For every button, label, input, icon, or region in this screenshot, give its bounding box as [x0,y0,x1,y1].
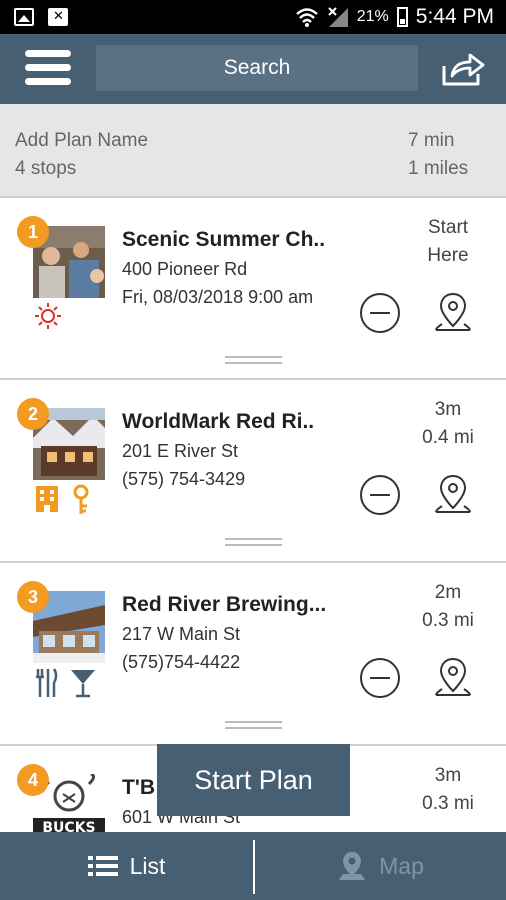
close-box-icon [48,8,68,26]
stop-phone[interactable]: (575)754-4422 [122,652,240,673]
stop-travel-info: Start Here [410,214,486,270]
key-icon [73,484,89,514]
stop-travel-time: 3m [434,399,462,420]
search-button[interactable]: Search [96,45,418,91]
wifi-icon [295,8,318,27]
stop-number-badge: 2 [17,398,49,430]
bottom-nav: List Map [0,832,506,900]
plan-name-field[interactable]: Add Plan Name [15,127,148,155]
stop-row[interactable]: 3 Red River Brewing... 217 W Main St (57… [0,561,506,743]
stop-travel-distance: 0.3 mi [422,793,474,814]
remove-stop-button[interactable] [360,293,400,333]
map-pin-icon[interactable] [432,290,474,336]
battery-icon [396,7,408,27]
stop-address: 217 W Main St [122,624,241,644]
remove-stop-button[interactable] [360,475,400,515]
restaurant-icon [36,668,58,697]
stop-name[interactable]: T'B [122,776,155,800]
app-screen: 21% 5:44 PM Search Add Plan Name 4 stops… [0,0,506,900]
building-icon [36,486,58,512]
stop-travel-time: 2m [434,582,462,603]
tab-map-label: Map [379,852,424,879]
drag-handle[interactable] [225,538,282,546]
stop-address: 201 E River St [122,441,239,461]
map-pin-icon [339,852,366,880]
stop-row[interactable]: 2 WorldMark Red Ri.. 201 E River St (575… [0,378,506,560]
drag-handle[interactable] [225,356,282,364]
stop-travel-line2: Here [427,245,469,266]
cocktail-icon [71,670,95,698]
stop-travel-distance: 0.4 mi [422,427,474,448]
tab-map[interactable]: Map [255,832,506,900]
plan-total-time: 7 min [408,130,455,151]
start-plan-label: Start Plan [194,764,313,795]
stop-address: 400 Pioneer Rd [122,259,248,279]
list-icon [87,856,118,876]
stop-name[interactable]: Red River Brewing... [122,593,326,617]
plan-summary: Add Plan Name 4 stops 7 min 1 miles [0,104,506,196]
plan-total-distance: 1 miles [408,158,469,179]
stop-phone[interactable]: (575) 754-3429 [122,469,245,490]
start-plan-button[interactable]: Start Plan [157,744,350,816]
clock: 5:44 PM [415,5,494,28]
app-header: Search [0,34,506,104]
battery-percent: 21% [356,8,389,25]
map-pin-icon[interactable] [432,472,474,518]
stop-number-badge: 3 [17,581,49,613]
stop-row[interactable]: 1 Scenic Summer Ch.. 400 Pioneer Rd Fri,… [0,196,506,378]
stop-travel-time: 3m [434,765,462,786]
stop-name[interactable]: WorldMark Red Ri.. [122,410,314,434]
remove-stop-button[interactable] [360,658,400,698]
gallery-icon [14,8,34,26]
hamburger-icon[interactable] [25,50,71,90]
signal-icon [328,7,348,27]
tab-list-label: List [129,852,166,879]
drag-handle[interactable] [225,721,282,729]
status-bar: 21% 5:44 PM [0,0,506,34]
stop-name[interactable]: Scenic Summer Ch.. [122,228,325,252]
tab-list[interactable]: List [0,832,253,900]
stop-travel-line1: Start [427,217,469,238]
stop-travel-info: 3m 0.4 mi [410,396,486,452]
plan-stops-count: 4 stops [15,158,77,179]
stop-number-badge: 4 [17,764,49,796]
map-pin-icon[interactable] [432,655,474,701]
stop-travel-info: 2m 0.3 mi [410,579,486,635]
search-label: Search [223,56,291,79]
sun-icon [35,303,61,329]
stop-number-badge: 1 [17,216,49,248]
stop-travel-distance: 0.3 mi [422,610,474,631]
stop-datetime: Fri, 08/03/2018 9:00 am [122,287,314,307]
stop-travel-info: 3m 0.3 mi [410,762,486,818]
share-icon[interactable] [440,52,486,88]
